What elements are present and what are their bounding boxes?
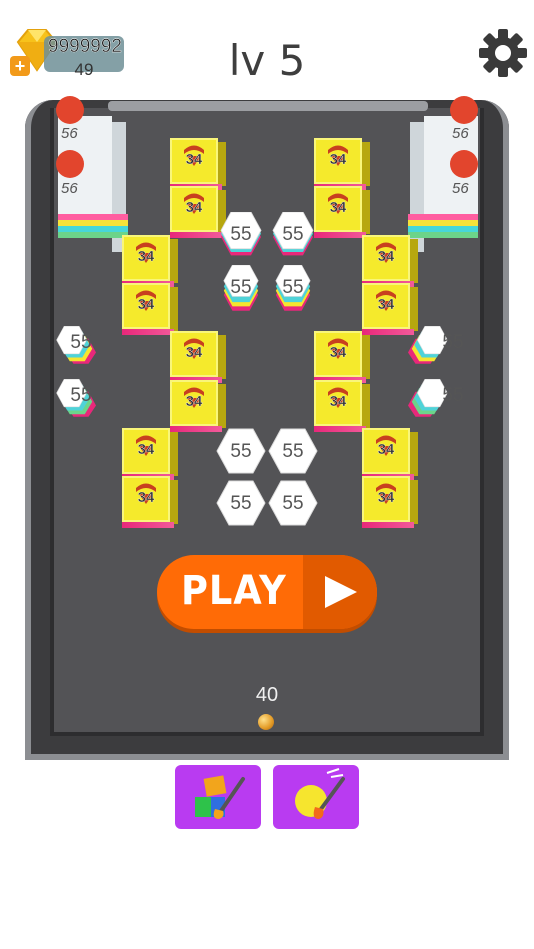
hex-55: 55: [56, 373, 106, 423]
block-34: 34: [314, 331, 370, 383]
block-34: 34: [314, 138, 370, 190]
block-34: 34: [122, 476, 178, 528]
hex-55: 55: [268, 212, 318, 262]
corner-stack-right: [404, 96, 478, 252]
ball-brush-icon: [295, 768, 345, 819]
hex-55: 55: [268, 427, 318, 477]
level-title: lv 5: [228, 36, 306, 85]
block-34: 34: [170, 186, 226, 238]
hex-55: 55: [408, 373, 478, 423]
hex-55: 55: [216, 479, 266, 529]
play-button[interactable]: PLAY: [157, 555, 377, 629]
block-34: 34: [362, 476, 418, 528]
corner-value-tr: 56: [452, 125, 469, 142]
ball-skin-button[interactable]: [273, 765, 359, 829]
settings-gear-icon[interactable]: [476, 26, 530, 80]
board-back-wall: [108, 101, 428, 111]
block-34: 34: [362, 235, 418, 287]
block-34: 34: [170, 380, 226, 432]
corner-value-bl: 56: [61, 180, 78, 197]
hex-55: 55: [216, 212, 266, 262]
hex-55: 55: [216, 427, 266, 477]
launcher-ball: [258, 714, 274, 730]
block-34: 34: [122, 283, 178, 335]
block-34: 34: [122, 235, 178, 287]
corner-stack-left: [52, 96, 128, 252]
hex-55: 55: [408, 320, 478, 370]
corner-value-tl: 56: [61, 125, 78, 142]
block-34: 34: [170, 331, 226, 383]
corner-value-br: 56: [452, 180, 469, 197]
block-34: 34: [122, 428, 178, 480]
block-34: 34: [362, 428, 418, 480]
color-palette-button[interactable]: [175, 765, 261, 829]
block-34: 34: [314, 380, 370, 432]
block-34: 34: [170, 138, 226, 190]
block-34: 34: [314, 186, 370, 238]
hex-55: 55: [56, 320, 106, 370]
paint-swatches-icon: [195, 775, 245, 819]
play-triangle-icon: [325, 576, 357, 608]
play-button-label: PLAY: [181, 568, 287, 614]
hex-55: 55: [268, 265, 318, 315]
hex-55: 55: [216, 265, 266, 315]
ball-count: 40: [255, 684, 279, 706]
hex-55: 55: [268, 479, 318, 529]
